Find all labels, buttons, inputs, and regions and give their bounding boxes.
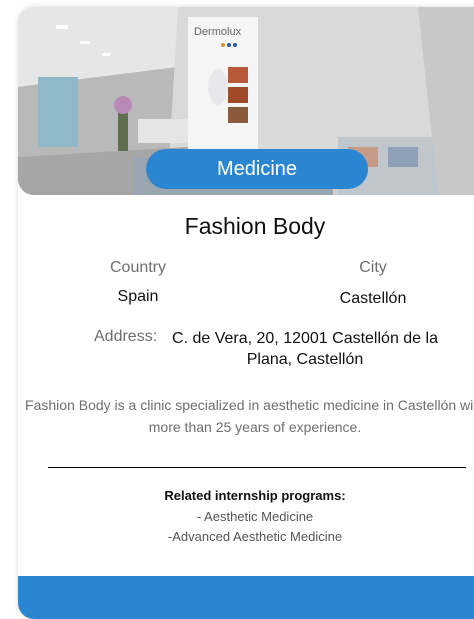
card-footer-bar[interactable] (18, 576, 474, 619)
related-programs-title: Related internship programs: (164, 488, 346, 503)
description-text: Fashion Body is a clinic specialized in … (25, 397, 474, 435)
city-label: City (359, 259, 387, 276)
clinic-name: Fashion Body (184, 213, 326, 239)
category-badge: Medicine (146, 149, 368, 189)
country-value: Spain (117, 288, 159, 305)
city-value: Castellón (339, 290, 407, 307)
country-label: Country (109, 259, 167, 276)
section-divider (48, 467, 466, 468)
address-label: Address: (94, 328, 158, 345)
banner-sign: Dermolux (194, 26, 242, 38)
clinic-photo: Dermolux Medicine (18, 7, 474, 195)
clinic-description: Fashion Body is a clinic specialized in … (18, 394, 474, 438)
related-program-item[interactable]: -Advanced Aesthetic Medicine (18, 529, 474, 544)
related-program-item[interactable]: - Aesthetic Medicine (18, 509, 474, 524)
clinic-card: Dermolux Medicine Fashion Body Country S… (18, 7, 474, 619)
address-value: C. de Vera, 20, 12001 Castellón de la Pl… (172, 330, 438, 368)
